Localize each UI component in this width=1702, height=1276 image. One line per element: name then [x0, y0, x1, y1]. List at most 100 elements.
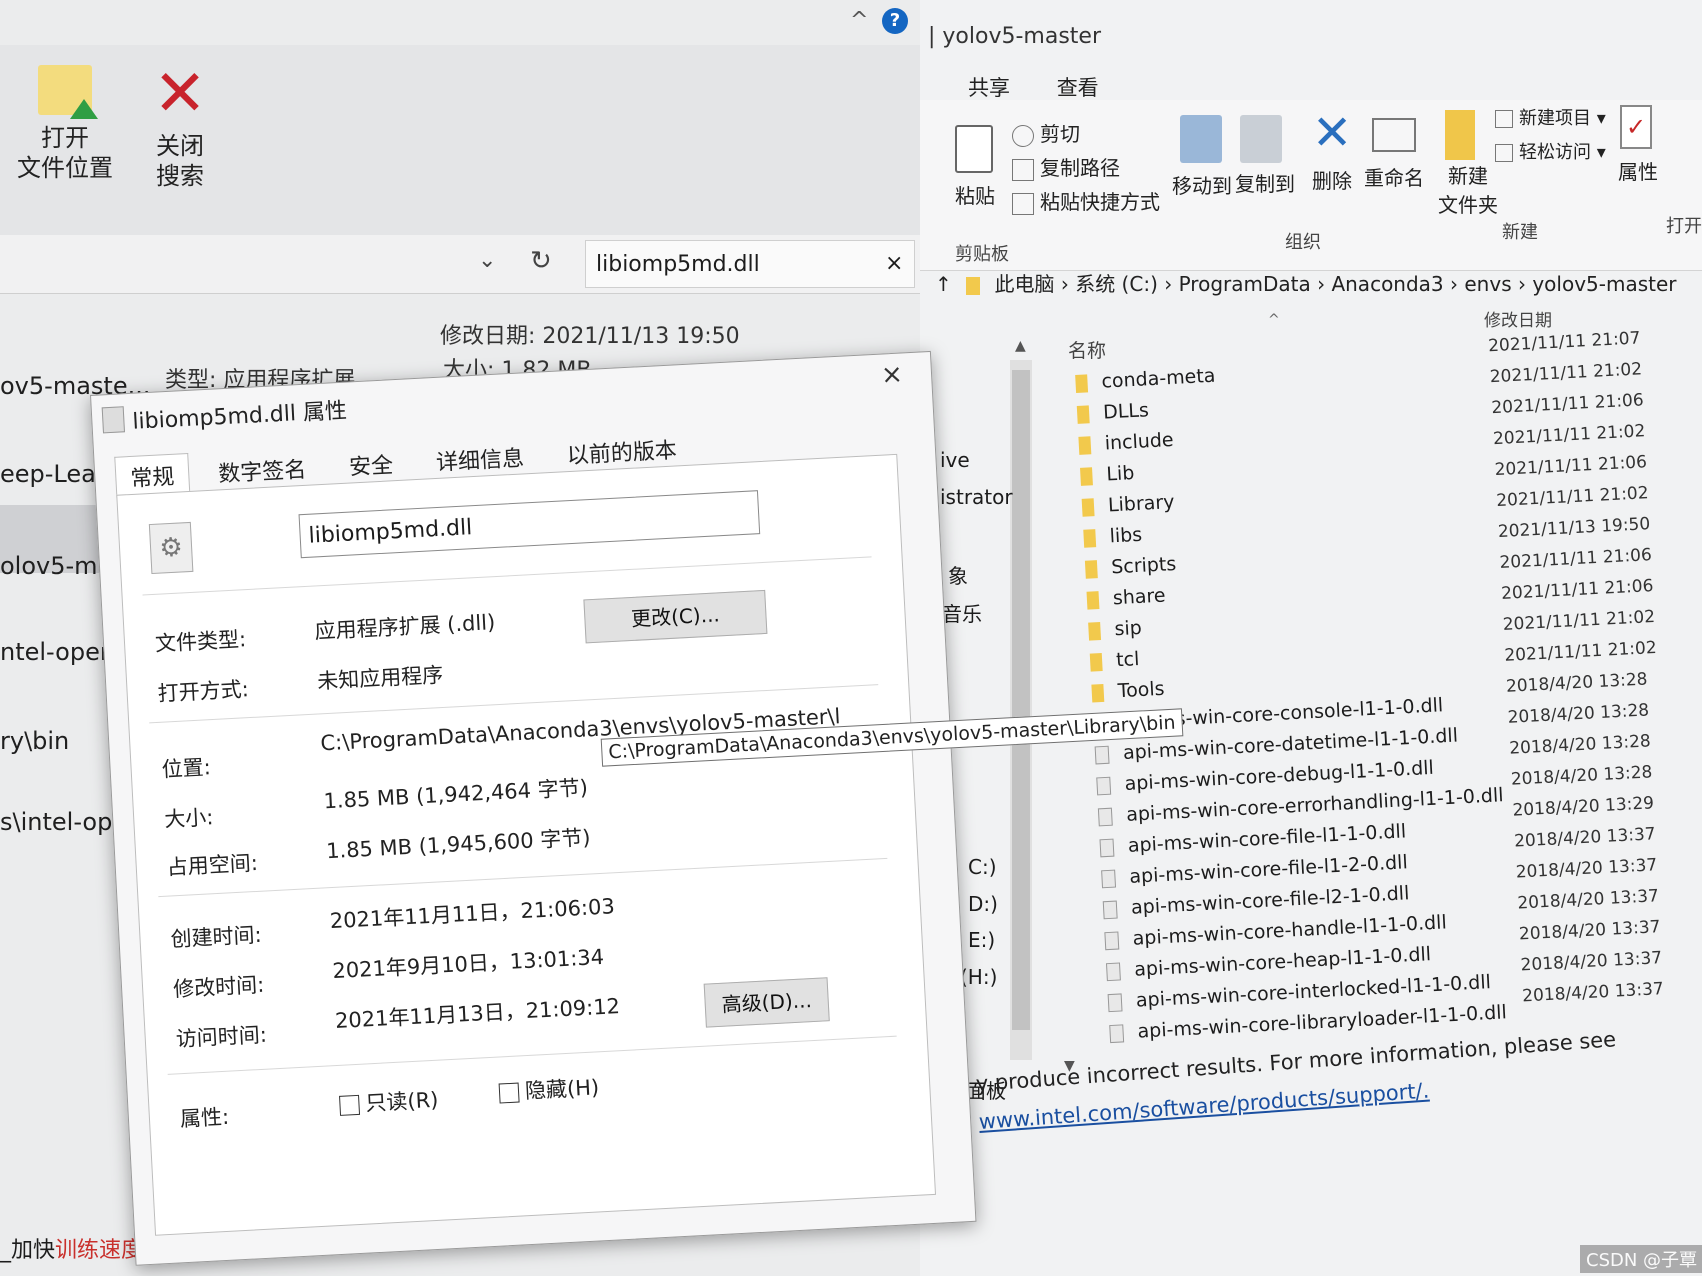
change-button[interactable]: 更改(C)...	[583, 589, 768, 644]
file-name-field[interactable]: libiomp5md.dll	[298, 490, 761, 559]
cut-label: 剪切	[1040, 122, 1080, 146]
accessed-value: 2021年11月13日，21:09:12	[334, 994, 621, 1034]
sort-indicator-icon: ^	[1268, 312, 1280, 328]
folder-icon	[1075, 373, 1089, 393]
folder-icon	[966, 276, 981, 295]
clear-search-icon[interactable]: ×	[885, 240, 903, 288]
file-name: Scripts	[1110, 552, 1177, 579]
refresh-icon[interactable]: ↻	[530, 246, 552, 276]
open-with-value: 未知应用程序	[316, 662, 444, 694]
attributes-label: 属性:	[179, 1104, 230, 1132]
nav-item[interactable]: istrator	[940, 485, 1013, 509]
column-header-date[interactable]: 修改日期	[1484, 306, 1552, 331]
properties-button[interactable]: 属性	[1618, 156, 1658, 185]
folder-arrow-icon	[38, 65, 98, 119]
folder-icon	[1078, 435, 1092, 455]
move-to-icon[interactable]	[1180, 115, 1222, 163]
breadcrumb-item[interactable]: envs	[1464, 272, 1511, 296]
hidden-checkbox-box[interactable]	[498, 1082, 520, 1104]
open-group-label: 打开	[1666, 216, 1702, 237]
column-header-name[interactable]: 名称	[1068, 336, 1106, 363]
advanced-button[interactable]: 高级(D)...	[703, 977, 830, 1028]
close-search-icon: ✕	[153, 57, 207, 131]
nav-item[interactable]: D:)	[968, 892, 998, 916]
properties-dialog: libiomp5md.dll 属性 × 常规 数字签名 安全 详细信息 以前的版…	[90, 350, 1184, 1266]
breadcrumb-item[interactable]: 此电脑	[994, 272, 1054, 296]
file-name: DLLs	[1102, 399, 1150, 424]
result-item[interactable]: ry\bin	[0, 727, 69, 755]
copy-to-button[interactable]: 复制到	[1235, 168, 1295, 197]
tab-share[interactable]: 共享	[968, 76, 1010, 100]
file-name: conda-meta	[1100, 364, 1216, 393]
paste-button[interactable]: 粘贴	[955, 180, 995, 209]
help-icon[interactable]: ?	[882, 8, 908, 34]
delete-icon[interactable]: ✕	[1312, 108, 1352, 158]
collapse-ribbon-icon[interactable]: ^	[850, 8, 868, 33]
open-with-label: 打开方式:	[157, 677, 250, 706]
file-name: sip	[1113, 616, 1143, 641]
easy-access-button[interactable]: 轻松访问 ▾	[1495, 138, 1606, 164]
window-title: | yolov5-master	[928, 24, 1101, 49]
nav-item[interactable]: 象	[948, 560, 968, 589]
open-file-location-label: 打开 文件位置	[17, 124, 113, 182]
result-item[interactable]: eep-Lear	[0, 460, 106, 488]
result-item[interactable]: ntel-open	[0, 638, 115, 666]
delete-button[interactable]: 删除	[1312, 165, 1352, 194]
location-label: 位置:	[161, 755, 212, 782]
up-arrow-icon[interactable]: ↑	[935, 272, 952, 296]
tab-view[interactable]: 查看	[1057, 76, 1099, 100]
nav-item[interactable]: 音乐	[942, 598, 982, 627]
paste-shortcut-button[interactable]: 粘贴快捷方式	[1012, 186, 1160, 215]
ribbon-tabs: 共享 查看	[968, 72, 1099, 102]
nav-item[interactable]: (H:)	[960, 965, 997, 989]
properties-check-icon[interactable]: ✓	[1620, 105, 1652, 149]
chevron-down-icon[interactable]: ⌄	[478, 248, 496, 273]
move-to-button[interactable]: 移动到	[1172, 170, 1232, 199]
separator	[167, 1035, 897, 1075]
dll-file-icon	[1094, 745, 1110, 764]
new-folder-button[interactable]: 新建 文件夹	[1438, 160, 1498, 218]
size-value: 1.85 MB (1,942,464 字节)	[322, 775, 589, 814]
close-icon[interactable]: ×	[880, 359, 903, 390]
breadcrumb-item[interactable]: ProgramData	[1179, 272, 1311, 296]
rename-icon[interactable]	[1372, 118, 1416, 152]
nav-item[interactable]: E:)	[968, 928, 995, 952]
search-input[interactable]: libiomp5md.dll	[585, 240, 915, 288]
result-modified-date: 修改日期: 2021/11/13 19:50	[440, 324, 740, 349]
readonly-checkbox[interactable]: 只读(R)	[339, 1084, 439, 1119]
copy-path-button[interactable]: 复制路径	[1012, 152, 1120, 181]
organize-group-label: 组织	[1285, 232, 1321, 253]
copy-to-icon[interactable]	[1240, 115, 1282, 163]
nav-item[interactable]: ive	[940, 448, 970, 472]
cut-button[interactable]: 剪切	[1012, 118, 1080, 147]
dialog-title: libiomp5md.dll 属性	[131, 398, 348, 435]
breadcrumb-item[interactable]: yolov5-master	[1532, 272, 1676, 296]
nav-item[interactable]: C:)	[968, 855, 997, 879]
nav-scrollbar-thumb[interactable]	[1012, 370, 1030, 1030]
close-search-button[interactable]: ✕ 关闭 搜索	[130, 57, 230, 191]
modified-value: 2021年9月10日，13:01:34	[331, 944, 605, 984]
dll-file-icon	[1096, 776, 1112, 795]
clipboard-icon[interactable]	[955, 125, 993, 173]
close-search-label: 关闭 搜索	[156, 132, 204, 190]
file-list: conda-meta 2021/11/11 21:07 DLLs 2021/11/11…	[1075, 328, 1664, 1053]
file-type-label: 文件类型:	[154, 627, 247, 656]
copy-path-icon	[1012, 158, 1034, 181]
file-name: include	[1104, 428, 1175, 455]
open-file-location-button[interactable]: 打开 文件位置	[10, 65, 120, 183]
readonly-label: 只读(R)	[364, 1087, 439, 1116]
new-folder-icon[interactable]	[1445, 110, 1475, 160]
size-label: 大小:	[163, 805, 214, 832]
new-item-button[interactable]: 新建项目 ▾	[1495, 104, 1606, 130]
rename-button[interactable]: 重命名	[1364, 162, 1424, 191]
file-name: Tools	[1117, 677, 1166, 703]
breadcrumb-item[interactable]: Anaconda3	[1331, 272, 1443, 296]
paste-shortcut-label: 粘贴快捷方式	[1040, 190, 1160, 214]
scroll-up-icon[interactable]: ▲	[1015, 338, 1026, 354]
hidden-checkbox[interactable]: 隐藏(H)	[498, 1071, 600, 1106]
background-text-highlight: 训练速度	[55, 1238, 144, 1263]
result-item[interactable]: olov5-ma	[0, 552, 112, 580]
readonly-checkbox-box[interactable]	[339, 1094, 361, 1116]
breadcrumb-item[interactable]: 系统 (C:)	[1075, 272, 1158, 296]
separator	[158, 857, 888, 898]
